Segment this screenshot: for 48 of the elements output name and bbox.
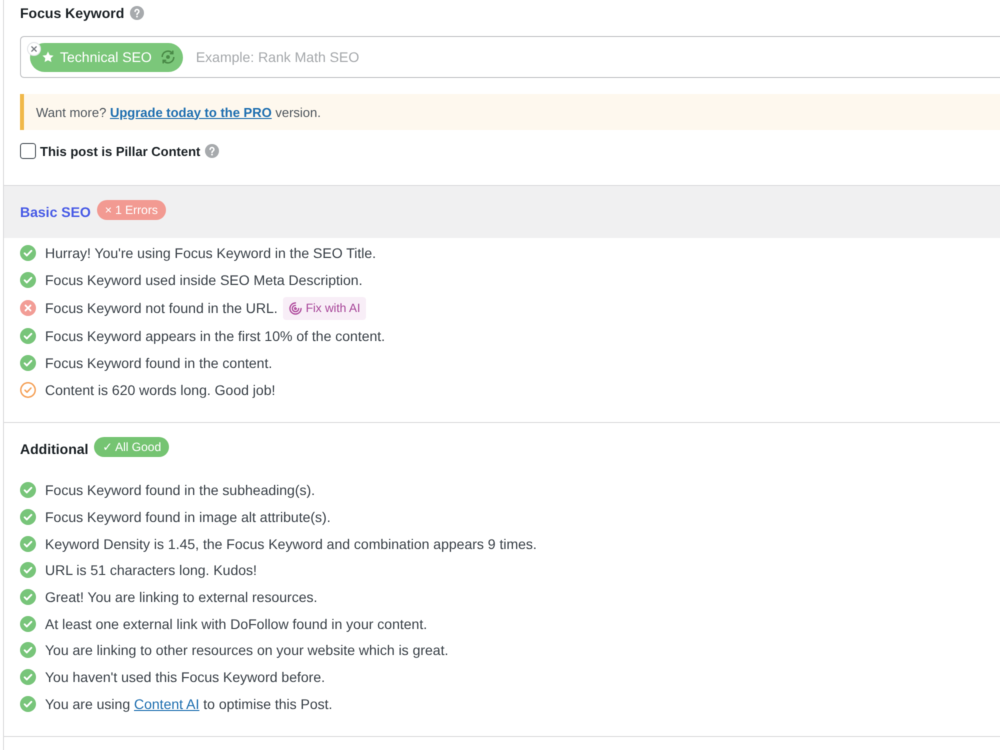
check-circle-icon [20, 482, 36, 498]
check-result: Focus Keyword found in the content. [45, 354, 272, 371]
check-ring-icon [20, 382, 36, 398]
circular-arrows-icon[interactable] [160, 49, 176, 65]
check-circle-icon [20, 272, 36, 288]
check-circle-icon [20, 696, 36, 712]
check-circle-icon [20, 642, 36, 658]
check-result: Hurray! You're using Focus Keyword in the SEO Title. [45, 245, 376, 262]
focus-keyword-label: Focus Keyword [20, 5, 124, 21]
section-header[interactable]: Additional ✓ All Good [4, 422, 1000, 475]
check-circle-icon [20, 562, 36, 578]
check-circle-icon [20, 589, 36, 606]
check-circle-icon [20, 616, 36, 632]
content-ai-link[interactable]: Content AI [134, 696, 200, 712]
spiral-icon [288, 302, 302, 315]
check-result: Focus Keyword found in the subheading(s). [45, 482, 316, 498]
check-circle-icon [20, 328, 36, 344]
check-result: Focus Keyword not found in the URL. [45, 300, 278, 316]
check-result: You haven't used this Focus Keyword before. [45, 669, 325, 686]
close-icon[interactable] [27, 42, 41, 56]
fix-with-ai-button[interactable]: Fix with AI [282, 296, 366, 320]
help-icon[interactable] [130, 6, 144, 20]
error-count-badge: × 1 Errors [96, 200, 166, 220]
check-result: Focus Keyword used inside SEO Meta Description. [45, 272, 362, 288]
check-result: You are using Content AI to optimise this Post. [45, 696, 332, 712]
pillar-content-checkbox[interactable] [20, 143, 36, 159]
section-header[interactable]: Basic SEO × 1 Errors [4, 185, 1000, 238]
check-circle-icon [20, 669, 36, 686]
success-badge: ✓ All Good [94, 436, 170, 457]
upgrade-notice-text: Want more? Upgrade today to the PRO version. [36, 104, 321, 120]
check-result: At least one external link with DoFollow found in your content. [45, 616, 428, 632]
check-circle-icon [20, 245, 36, 262]
check-result: Focus Keyword appears in the first 10% of the content. [45, 328, 386, 344]
check-result: Great! You are linking to external resources. [45, 589, 318, 606]
check-result: You are linking to other resources on your website which is great. [45, 642, 448, 658]
section-title: Basic SEO [20, 204, 91, 220]
x-circle-icon [20, 300, 36, 316]
check-result: URL is 51 characters long. Kudos! [45, 562, 257, 578]
check-circle-icon [20, 354, 36, 371]
check-result: Focus Keyword found in image alt attribute(s). [45, 508, 331, 525]
check-result: Content is 620 words long. Good job! [45, 382, 276, 398]
help-icon[interactable] [205, 144, 220, 158]
check-circle-icon [20, 508, 36, 525]
upgrade-link[interactable]: Upgrade today to the PRO [110, 104, 272, 120]
check-result: Keyword Density is 1.45, the Focus Keyword and combination appears 9 times. [45, 536, 537, 552]
section-title: Additional [20, 440, 88, 457]
check-circle-icon [20, 536, 36, 552]
pillar-content-label[interactable]: This post is Pillar Content [40, 144, 200, 158]
